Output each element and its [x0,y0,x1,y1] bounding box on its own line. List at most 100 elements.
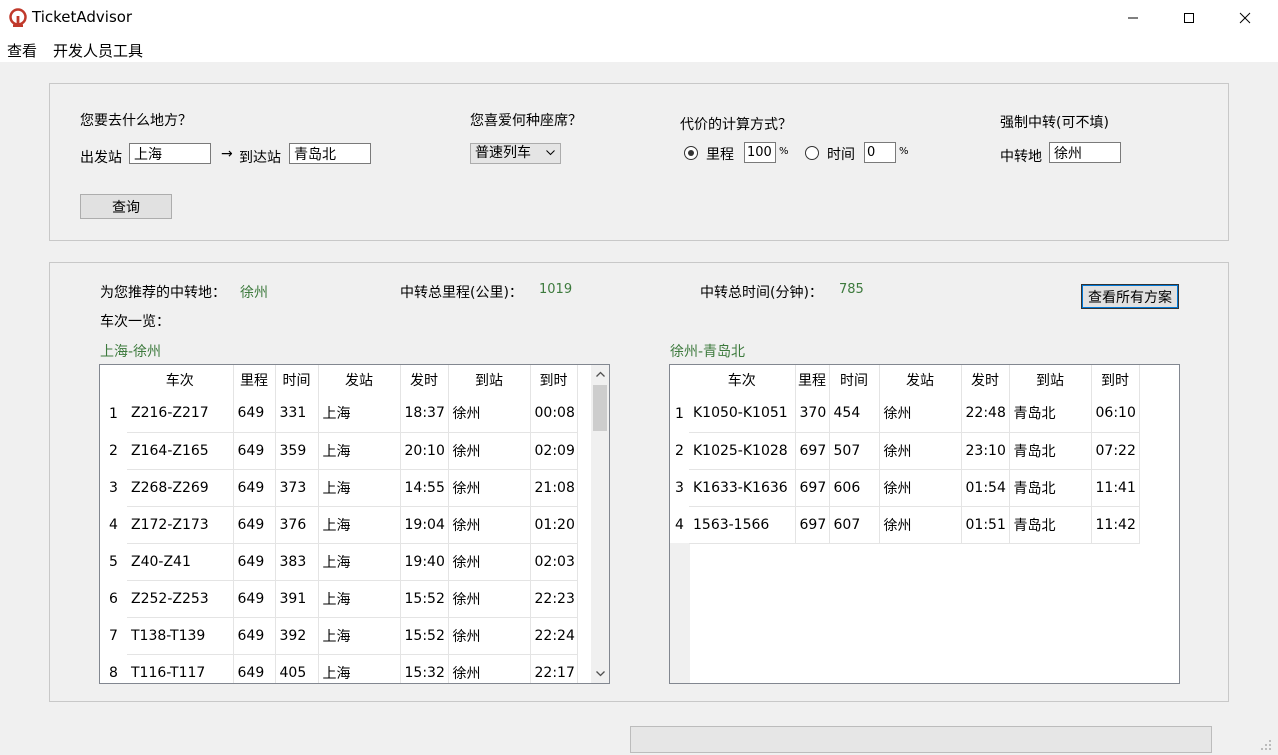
table-row[interactable]: 5 Z40-Z41 649 383 上海 19:40 徐州 02:03 [100,543,578,581]
seat-type-select[interactable]: 普速列车 [470,143,561,164]
time-weight-input[interactable] [864,142,896,163]
depart-time-cell: 22:48 [961,395,1010,433]
scroll-up-button[interactable] [591,365,609,383]
depart-time-cell: 15:52 [400,580,449,618]
search-button-label: 查询 [112,199,140,216]
mileage-label: 里程 [706,147,734,163]
close-icon [1239,12,1251,24]
close-button[interactable] [1222,0,1268,36]
leg1-scrollbar[interactable] [591,365,609,683]
col-arrive-time[interactable]: 到时 [530,365,578,395]
progress-bar [630,726,1212,753]
arrive-time-cell: 22:17 [530,654,578,683]
col-depart-time[interactable]: 发时 [400,365,449,395]
col-arrive-time[interactable]: 到时 [1091,365,1140,395]
depart-time-cell: 20:10 [400,432,449,470]
menu-view[interactable]: 查看 [7,40,37,61]
leg2-header-row: 车次 里程 时间 发站 发时 到站 到时 [670,365,1140,395]
col-train-no[interactable]: 车次 [127,365,234,395]
chevron-up-icon [595,371,605,377]
col-depart-station[interactable]: 发站 [879,365,962,395]
mileage-radio[interactable] [684,146,698,160]
depart-time-cell: 14:55 [400,469,449,507]
table-row[interactable]: 3 Z268-Z269 649 373 上海 14:55 徐州 21:08 [100,469,578,507]
col-arrive-station[interactable]: 到站 [1009,365,1092,395]
depart-station-cell: 徐州 [879,395,962,433]
duration-cell: 359 [275,432,319,470]
recommend-label: 为您推荐的中转地： [100,285,226,301]
trains-label: 车次一览： [100,314,170,330]
menu-dev-tools[interactable]: 开发人员工具 [53,40,143,61]
arrive-time-cell: 02:03 [530,543,578,581]
duration-cell: 405 [275,654,319,683]
title-bar: TicketAdvisor [0,0,1278,36]
train-no-cell: Z164-Z165 [127,432,234,470]
duration-cell: 376 [275,506,319,544]
depart-station-cell: 上海 [318,654,401,683]
arrive-station-cell: 徐州 [448,617,531,655]
col-depart-time[interactable]: 发时 [961,365,1010,395]
view-all-plans-label: 查看所有方案 [1088,289,1172,306]
arrive-time-cell: 22:23 [530,580,578,618]
depart-time-cell: 19:40 [400,543,449,581]
window-title: TicketAdvisor [32,8,133,26]
time-label: 时间 [827,147,855,163]
maximize-button[interactable] [1166,0,1212,36]
arrive-time-cell: 02:09 [530,432,578,470]
duration-cell: 507 [829,432,880,470]
resize-grip-icon[interactable] [1258,737,1272,751]
col-depart-station[interactable]: 发站 [318,365,401,395]
view-all-plans-button[interactable]: 查看所有方案 [1081,284,1179,309]
leg1-header-row: 车次 里程 时间 发站 发时 到站 到时 [100,365,578,395]
table-row[interactable]: 7 T138-T139 649 392 上海 15:52 徐州 22:24 [100,617,578,655]
train-logo-icon [9,8,27,27]
arrive-station-cell: 徐州 [448,469,531,507]
leg1-train-grid[interactable]: 车次 里程 时间 发站 发时 到站 到时 1 Z216-Z217 649 331 上海 1… [99,364,610,684]
table-row[interactable]: 2 K1025-K1028 697 507 徐州 23:10 青岛北 07:22 [670,432,1140,470]
col-arrive-station[interactable]: 到站 [448,365,531,395]
leg2-row-header-strip [670,543,690,683]
table-row[interactable]: 3 K1633-K1636 697 606 徐州 01:54 青岛北 11:41 [670,469,1140,507]
scroll-down-button[interactable] [591,665,609,683]
distance-cell: 649 [233,654,276,683]
table-row[interactable]: 4 Z172-Z173 649 376 上海 19:04 徐州 01:20 [100,506,578,544]
distance-cell: 649 [233,617,276,655]
arrive-time-cell: 11:41 [1091,469,1140,507]
distance-cell: 649 [233,543,276,581]
col-distance[interactable]: 里程 [233,365,276,395]
depart-station-cell: 上海 [318,432,401,470]
arrive-station-cell: 青岛北 [1009,432,1092,470]
leg2-title: 徐州-青岛北 [670,344,746,360]
table-row[interactable]: 2 Z164-Z165 649 359 上海 20:10 徐州 02:09 [100,432,578,470]
row-number-header [100,365,127,395]
recommend-value: 徐州 [240,285,268,301]
table-row[interactable]: 1 K1050-K1051 370 454 徐州 22:48 青岛北 06:10 [670,395,1140,433]
col-distance[interactable]: 里程 [795,365,830,395]
search-button[interactable]: 查询 [80,194,172,219]
transfer-station-input[interactable] [1049,142,1121,163]
mileage-weight-input[interactable] [744,142,776,163]
table-row[interactable]: 1 Z216-Z217 649 331 上海 18:37 徐州 00:08 [100,395,578,433]
table-row[interactable]: 8 T116-T117 649 405 上海 15:32 徐州 22:17 [100,654,578,683]
table-row[interactable]: 4 1563-1566 697 607 徐州 01:51 青岛北 11:42 [670,506,1140,544]
row-number: 5 [100,543,127,580]
minimize-icon [1128,17,1138,19]
train-no-cell: K1633-K1636 [689,469,796,507]
row-number-header [670,365,689,395]
scroll-thumb[interactable] [593,385,607,431]
time-radio[interactable] [805,146,819,160]
to-station-input[interactable] [289,143,371,164]
minimize-button[interactable] [1110,0,1156,36]
train-no-cell: Z216-Z217 [127,395,234,433]
col-duration[interactable]: 时间 [275,365,319,395]
duration-cell: 391 [275,580,319,618]
depart-station-cell: 徐州 [879,469,962,507]
table-row[interactable]: 6 Z252-Z253 649 391 上海 15:52 徐州 22:23 [100,580,578,618]
depart-time-cell: 18:37 [400,395,449,433]
col-duration[interactable]: 时间 [829,365,880,395]
from-station-input[interactable] [129,143,211,164]
transfer-question: 强制中转(可不填) [1000,115,1109,131]
col-train-no[interactable]: 车次 [689,365,796,395]
leg2-train-grid[interactable]: 车次 里程 时间 发站 发时 到站 到时 1 K1050-K1051 370 454 徐… [669,364,1180,684]
row-number: 2 [670,432,689,469]
